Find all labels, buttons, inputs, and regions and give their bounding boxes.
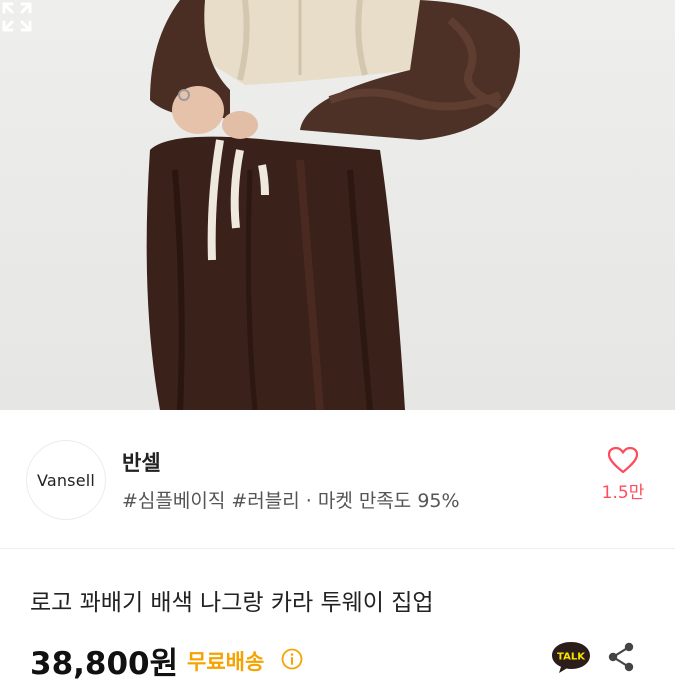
heart-icon (608, 447, 638, 474)
seller-tags: #심플베이직 #러블리 · 마켓 만족도 95% (122, 490, 460, 512)
section-divider (0, 548, 675, 549)
free-shipping-badge: 무료배송 (187, 650, 265, 674)
seller-name[interactable]: 반셀 (122, 447, 161, 477)
kakao-talk-label: TALK (557, 652, 586, 663)
seller-logo[interactable]: Vansell (26, 440, 106, 520)
favorite-button[interactable]: 1.5만 (588, 447, 658, 512)
product-photo-illustration (146, 0, 520, 410)
favorite-count: 1.5만 (601, 483, 645, 503)
product-image[interactable] (0, 0, 675, 410)
expand-icon[interactable] (0, 0, 34, 34)
seller-logo-text: Vansell (36, 470, 96, 490)
product-price: 38,800원 (30, 646, 179, 682)
kakao-talk-icon[interactable]: TALK (550, 640, 592, 674)
product-title: 로고 꽈배기 배색 나그랑 카라 투웨이 집업 (30, 590, 434, 616)
info-icon[interactable] (281, 648, 303, 670)
share-icon[interactable] (606, 641, 636, 673)
